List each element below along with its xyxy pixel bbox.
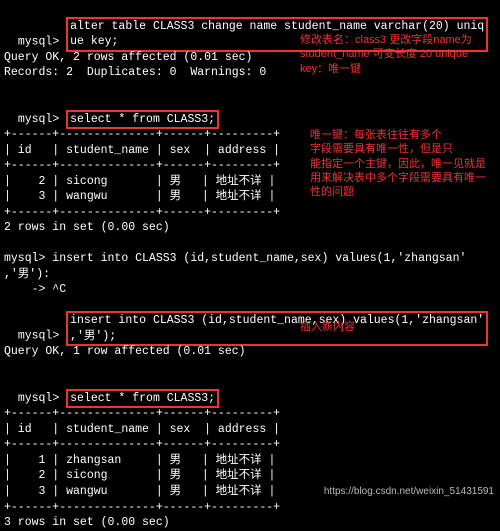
- watermark: https://blog.csdn.net/weixin_51431591: [324, 485, 494, 499]
- table-sep: +------+--------------+------+---------+: [4, 205, 496, 221]
- annotation-2: 唯一键：每张表往往有多个字段需要具有唯一性，但是只能指定一个主键，因此，唯一见就…: [310, 128, 486, 199]
- annotation-1: 修改表名：class3 更改字段name为student_name 可变长度 2…: [300, 33, 472, 76]
- table-row: | 2 | sicong | 男 | 地址不详 |: [4, 468, 496, 484]
- box-insert: insert into CLASS3 (id,student_name,sex)…: [66, 311, 488, 346]
- table-row: | 1 | zhangsan | 男 | 地址不详 |: [4, 453, 496, 469]
- result-line: Query OK, 1 row affected (0.01 sec): [4, 344, 496, 360]
- prompt: mysql>: [18, 113, 66, 126]
- table-header: | id | student_name | sex | address |: [4, 422, 496, 438]
- table-sep: +------+--------------+------+---------+: [4, 406, 496, 422]
- table-sep: +------+--------------+------+---------+: [4, 500, 496, 516]
- annotation-3: 插入新内容: [300, 320, 355, 334]
- blank-line: [4, 81, 496, 97]
- table-sep: +------+--------------+------+---------+: [4, 437, 496, 453]
- cmd-select1: mysql> select * from CLASS3;: [4, 96, 496, 127]
- cmd-insert-fail: mysql> insert into CLASS3 (id,student_na…: [4, 251, 496, 267]
- blank-line: [4, 236, 496, 252]
- prompt: mysql>: [18, 330, 66, 343]
- result-line: 2 rows in set (0.00 sec): [4, 220, 496, 236]
- prompt: mysql>: [18, 392, 66, 405]
- cmd-insert: mysql> insert into CLASS3 (id,student_na…: [4, 298, 496, 345]
- result-line: 3 rows in set (0.00 sec): [4, 515, 496, 531]
- cmd-insert-cancel: -> ^C: [4, 282, 496, 298]
- cmd-select2: mysql> select * from CLASS3;: [4, 375, 496, 406]
- prompt: mysql>: [18, 35, 66, 48]
- blank-line: [4, 360, 496, 376]
- cmd-insert-fail: ,'男'):: [4, 267, 496, 283]
